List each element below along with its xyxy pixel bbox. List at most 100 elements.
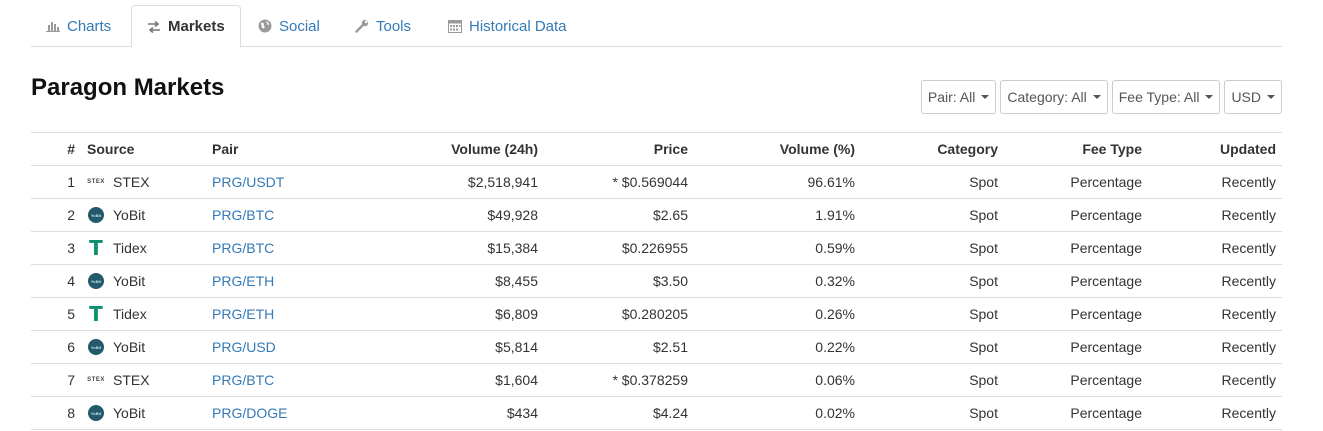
tab-tools[interactable]: Tools bbox=[340, 5, 426, 47]
price-cell: $3.50 bbox=[544, 264, 694, 298]
source-cell[interactable]: YoBit YoBit bbox=[81, 264, 206, 298]
tidex-logo-icon: T bbox=[87, 302, 105, 326]
column-header-volume[interactable]: Volume (24h) bbox=[376, 132, 544, 166]
volume-cell: $5,814 bbox=[376, 330, 544, 364]
pair-link[interactable]: PRG/USD bbox=[212, 339, 276, 355]
pair-link[interactable]: PRG/BTC bbox=[212, 372, 274, 388]
updated-cell: Recently bbox=[1148, 165, 1282, 199]
price-cell: * $0.378259 bbox=[544, 363, 694, 397]
volume-percent-cell: 0.32% bbox=[694, 264, 861, 298]
yobit-logo-icon: YoBit bbox=[87, 404, 105, 422]
stex-logo-text: STEX bbox=[87, 377, 105, 383]
table-row: 8 YoBit YoBit PRG/DOGE $434 $4.24 0.02% Spot Per… bbox=[31, 396, 1282, 430]
source-cell[interactable]: YoBit YoBit bbox=[81, 330, 206, 364]
volume-cell: $8,455 bbox=[376, 264, 544, 298]
caret-down-icon bbox=[1267, 95, 1275, 99]
source-cell[interactable]: STEX STEX bbox=[81, 363, 206, 397]
pair-cell: PRG/USD bbox=[206, 330, 376, 364]
pair-cell: PRG/DOGE bbox=[206, 396, 376, 430]
markets-table: # Source Pair Volume (24h) Price Volume … bbox=[31, 132, 1282, 430]
pair-cell: PRG/ETH bbox=[206, 297, 376, 331]
rank-cell: 7 bbox=[31, 363, 81, 397]
fee-type-cell: Percentage bbox=[1004, 165, 1148, 199]
pair-cell: PRG/ETH bbox=[206, 264, 376, 298]
category-cell: Spot bbox=[861, 363, 1004, 397]
source-cell[interactable]: T Tidex bbox=[81, 231, 206, 265]
volume-percent-cell: 0.06% bbox=[694, 363, 861, 397]
column-header-pair[interactable]: Pair bbox=[206, 132, 376, 166]
table-row: 1 STEX STEX PRG/USDT $2,518,941 * $0.569044 96… bbox=[31, 165, 1282, 199]
fee-type-filter-dropdown[interactable]: Fee Type: All bbox=[1111, 80, 1221, 114]
source-cell[interactable]: STEX STEX bbox=[81, 165, 206, 199]
fee-type-filter-label: Fee Type: All bbox=[1118, 89, 1200, 105]
rank-cell: 3 bbox=[31, 231, 81, 265]
updated-cell: Recently bbox=[1148, 396, 1282, 430]
table-row: 6 YoBit YoBit PRG/USD $5,814 $2.51 0.22% Spot Pe… bbox=[31, 330, 1282, 364]
tab-social[interactable]: Social bbox=[243, 5, 335, 47]
caret-down-icon bbox=[981, 95, 990, 99]
pair-link[interactable]: PRG/ETH bbox=[212, 306, 274, 322]
column-header-updated[interactable]: Updated bbox=[1148, 132, 1282, 166]
fee-type-cell: Percentage bbox=[1004, 231, 1148, 265]
tab-historical-data[interactable]: Historical Data bbox=[433, 5, 582, 47]
volume-cell: $49,928 bbox=[376, 198, 544, 232]
tab-label: Charts bbox=[67, 17, 112, 35]
column-header-volume-percent[interactable]: Volume (%) bbox=[694, 132, 861, 166]
tab-bar: Charts Markets Social Tools Historical D… bbox=[31, 5, 1282, 48]
rank-cell: 8 bbox=[31, 396, 81, 430]
stex-logo-icon: STEX bbox=[87, 371, 105, 389]
volume-cell: $434 bbox=[376, 396, 544, 430]
column-header-category[interactable]: Category bbox=[861, 132, 1004, 166]
source-cell[interactable]: YoBit YoBit bbox=[81, 198, 206, 232]
rank-cell: 5 bbox=[31, 297, 81, 331]
pair-link[interactable]: PRG/BTC bbox=[212, 207, 274, 223]
column-header-rank[interactable]: # bbox=[31, 132, 81, 166]
source-cell[interactable]: YoBit YoBit bbox=[81, 396, 206, 430]
pair-link[interactable]: PRG/DOGE bbox=[212, 405, 287, 421]
bar-chart-icon bbox=[46, 20, 60, 32]
price-cell: * $0.569044 bbox=[544, 165, 694, 199]
column-header-price[interactable]: Price bbox=[544, 132, 694, 166]
fee-type-cell: Percentage bbox=[1004, 363, 1148, 397]
yobit-logo-text: YoBit bbox=[88, 405, 104, 421]
pair-link[interactable]: PRG/BTC bbox=[212, 240, 274, 256]
pair-link[interactable]: PRG/ETH bbox=[212, 273, 274, 289]
rank-cell: 2 bbox=[31, 198, 81, 232]
currency-dropdown[interactable]: USD bbox=[1224, 80, 1282, 114]
pair-cell: PRG/USDT bbox=[206, 165, 376, 199]
category-cell: Spot bbox=[861, 297, 1004, 331]
tidex-logo-icon: T bbox=[87, 236, 105, 260]
yobit-logo-icon: YoBit bbox=[87, 206, 105, 224]
tab-charts[interactable]: Charts bbox=[31, 5, 126, 47]
caret-down-icon bbox=[1092, 95, 1101, 99]
source-name: YoBit bbox=[113, 273, 146, 289]
stex-logo-text: STEX bbox=[87, 179, 105, 185]
price-cell: $2.51 bbox=[544, 330, 694, 364]
pair-filter-dropdown[interactable]: Pair: All bbox=[920, 80, 997, 114]
source-cell[interactable]: T Tidex bbox=[81, 297, 206, 331]
pair-link[interactable]: PRG/USDT bbox=[212, 174, 284, 190]
tidex-logo-text: T bbox=[89, 236, 103, 260]
yobit-logo-icon: YoBit bbox=[87, 338, 105, 356]
source-name: YoBit bbox=[113, 207, 146, 223]
source-name: Tidex bbox=[113, 240, 147, 256]
yobit-logo-text: YoBit bbox=[88, 339, 104, 355]
volume-percent-cell: 1.91% bbox=[694, 198, 861, 232]
tab-markets[interactable]: Markets bbox=[131, 5, 241, 48]
category-filter-dropdown[interactable]: Category: All bbox=[1000, 80, 1108, 114]
column-header-fee-type[interactable]: Fee Type bbox=[1004, 132, 1148, 166]
column-header-source[interactable]: Source bbox=[81, 132, 206, 166]
table-row: 3 T Tidex PRG/BTC $15,384 $0.226955 0.59% Spot P… bbox=[31, 231, 1282, 265]
currency-label: USD bbox=[1231, 89, 1261, 105]
volume-cell: $1,604 bbox=[376, 363, 544, 397]
pair-cell: PRG/BTC bbox=[206, 198, 376, 232]
category-cell: Spot bbox=[861, 330, 1004, 364]
exchange-arrows-icon bbox=[147, 20, 161, 33]
yobit-logo-icon: YoBit bbox=[87, 272, 105, 290]
tidex-logo-text: T bbox=[89, 302, 103, 326]
fee-type-cell: Percentage bbox=[1004, 396, 1148, 430]
category-cell: Spot bbox=[861, 264, 1004, 298]
wrench-icon bbox=[355, 19, 369, 33]
volume-cell: $2,518,941 bbox=[376, 165, 544, 199]
fee-type-cell: Percentage bbox=[1004, 264, 1148, 298]
